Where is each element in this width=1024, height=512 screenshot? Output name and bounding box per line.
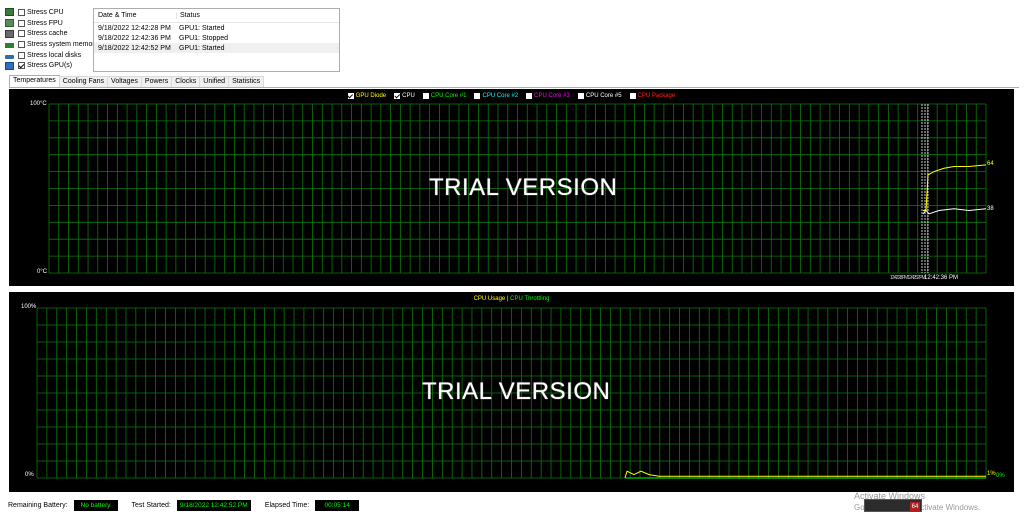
stress-gpu-checkbox[interactable]	[18, 62, 25, 70]
log-row-status: GPU1: Started	[179, 24, 225, 32]
elapsed-time-value: 00:05:14	[315, 499, 360, 511]
legend-cpu-core-1-checkbox[interactable]	[422, 93, 429, 99]
stress-fpu-option[interactable]: Stress FPU	[5, 18, 95, 29]
tab-statistics[interactable]: Statistics	[228, 76, 265, 87]
tab-unified[interactable]: Unified	[199, 76, 230, 87]
log-row-date: 9/18/2022 12:42:52 PM	[98, 44, 171, 52]
stress-disks-label: Stress local disks	[27, 51, 82, 59]
log-row-status: GPU1: Stopped	[179, 34, 229, 42]
stress-fpu-checkbox[interactable]	[18, 19, 25, 27]
log-row-status: GPU1: Started	[179, 44, 225, 52]
stress-cache-checkbox[interactable]	[18, 30, 25, 38]
fpu-chip-icon	[5, 19, 14, 28]
stress-cpu-checkbox[interactable]	[18, 8, 25, 16]
legend-cpu-package-label: CPU Package	[637, 93, 676, 99]
tab-divider	[9, 87, 1019, 88]
legend-gpu-diode-checkbox[interactable]	[347, 93, 354, 99]
temperature-badge: 64	[910, 502, 920, 512]
usage-y-max: 100%	[21, 304, 37, 310]
stress-cache-option[interactable]: Stress cache	[5, 28, 95, 39]
legend-cpu-core-5-label: CPU Core #5	[585, 93, 622, 99]
cpu-throttling-value: 0%	[996, 473, 1005, 479]
tab-voltages[interactable]: Voltages	[107, 76, 142, 87]
tab-bar: Temperatures Cooling Fans Voltages Power…	[9, 75, 265, 87]
stress-cpu-label: Stress CPU	[27, 8, 64, 16]
cpu-value: 38	[987, 206, 994, 212]
stress-gpu-option[interactable]: Stress GPU(s)	[5, 60, 95, 71]
legend-gpu-diode-label: GPU Diode	[355, 93, 387, 99]
legend-cpu-label: CPU	[402, 93, 415, 99]
legend-cpu-package[interactable]: CPU Package	[629, 93, 676, 99]
stress-memory-label: Stress system memory	[27, 40, 99, 48]
legend-cpu-package-checkbox[interactable]	[629, 93, 636, 99]
trial-watermark: TRIAL VERSION	[422, 378, 611, 405]
tab-cooling-fans[interactable]: Cooling Fans	[58, 76, 109, 87]
log-row[interactable]: 9/18/2022 12:42:36 PM GPU1: Stopped	[94, 33, 339, 43]
log-header: Date & Time Status	[94, 9, 339, 23]
elapsed-time-label: Elapsed Time:	[264, 501, 310, 509]
trial-watermark: TRIAL VERSION	[429, 174, 618, 201]
event-log-list[interactable]: Date & Time Status 9/18/2022 12:42:28 PM…	[93, 8, 340, 72]
log-row-date: 9/18/2022 12:42:28 PM	[98, 24, 171, 32]
tab-clocks[interactable]: Clocks	[171, 76, 201, 87]
cpu-usage-line	[624, 470, 986, 479]
legend-cpu-core-2-checkbox[interactable]	[474, 93, 481, 99]
time-label: 12:42:36 PM	[924, 275, 959, 281]
tab-temperatures[interactable]: Temperatures	[9, 75, 60, 87]
remaining-battery-value: No battery	[73, 499, 118, 511]
log-header-date[interactable]: Date & Time	[94, 12, 176, 19]
cpu-usage-value: 1%	[987, 471, 996, 477]
legend-cpu-core-3[interactable]: CPU Core #3	[526, 93, 570, 99]
legend-cpu-core-2-label: CPU Core #2	[482, 93, 519, 99]
legend-cpu-core-5[interactable]: CPU Core #5	[577, 93, 622, 99]
legend-cpu-core-1[interactable]: CPU Core #1	[422, 93, 467, 99]
legend-cpu-checkbox[interactable]	[394, 93, 401, 99]
gpu-icon	[5, 61, 14, 70]
tab-powers[interactable]: Powers	[140, 76, 173, 87]
log-row-date: 9/18/2022 12:42:36 PM	[98, 34, 171, 42]
temperature-y-max: 100°C	[30, 101, 47, 107]
usage-legend: CPU Usage | CPU Throttling	[9, 296, 1014, 302]
legend-cpu-core-5-checkbox[interactable]	[577, 93, 584, 99]
legend-cpu-core-2[interactable]: CPU Core #2	[474, 93, 518, 99]
stress-memory-option[interactable]: Stress system memory	[5, 39, 99, 50]
legend-cpu-core-1-label: CPU Core #1	[430, 93, 467, 99]
legend-cpu-core-3-checkbox[interactable]	[526, 93, 533, 99]
memory-icon	[5, 42, 14, 48]
stress-cpu-option[interactable]: Stress CPU	[5, 7, 95, 18]
log-row[interactable]: 9/18/2022 12:42:28 PM GPU1: Started	[94, 23, 339, 33]
test-started-value: 9/18/2022 12:42:52 PM	[176, 499, 251, 511]
stress-gpu-label: Stress GPU(s)	[27, 62, 73, 70]
legend-cpu-core-3-label: CPU Core #3	[534, 93, 570, 99]
legend-cpu-usage[interactable]: CPU Usage	[474, 296, 506, 302]
log-header-status[interactable]: Status	[176, 12, 339, 19]
stress-disks-option[interactable]: Stress local disks	[5, 50, 95, 61]
stress-memory-checkbox[interactable]	[18, 40, 25, 48]
disk-icon	[5, 54, 14, 59]
cpu-usage-chart: CPU Usage | CPU Throttling 100% 0% TRIAL…	[9, 292, 1014, 492]
stress-cache-label: Stress cache	[27, 30, 68, 38]
stress-disks-checkbox[interactable]	[18, 51, 25, 59]
legend-separator: |	[506, 296, 509, 302]
stress-fpu-label: Stress FPU	[27, 19, 63, 27]
temperature-chart: GPU Diode CPU CPU Core #1 CPU Core #2 CP…	[9, 89, 1014, 286]
gpu-diode-value: 64	[987, 161, 994, 167]
usage-y-min: 0%	[25, 472, 34, 478]
legend-cpu-throttling[interactable]: CPU Throttling	[510, 296, 549, 302]
log-row-selected[interactable]: 9/18/2022 12:42:52 PM GPU1: Started	[94, 43, 339, 53]
time-label-overlap: 12:42:28 PM12:42:52 PM	[890, 275, 926, 281]
test-started-label: Test Started:	[131, 501, 171, 509]
temperature-legend: GPU Diode CPU CPU Core #1 CPU Core #2 CP…	[9, 93, 1014, 99]
legend-cpu[interactable]: CPU	[394, 93, 415, 99]
stress-options: Stress CPU Stress FPU Stress cache Stres…	[5, 7, 99, 71]
legend-gpu-diode[interactable]: GPU Diode	[347, 93, 387, 99]
cpu-chip-icon	[5, 8, 14, 17]
remaining-battery-label: Remaining Battery:	[8, 501, 68, 509]
cache-chip-icon	[5, 29, 14, 38]
temperature-y-min: 0°C	[37, 269, 48, 275]
